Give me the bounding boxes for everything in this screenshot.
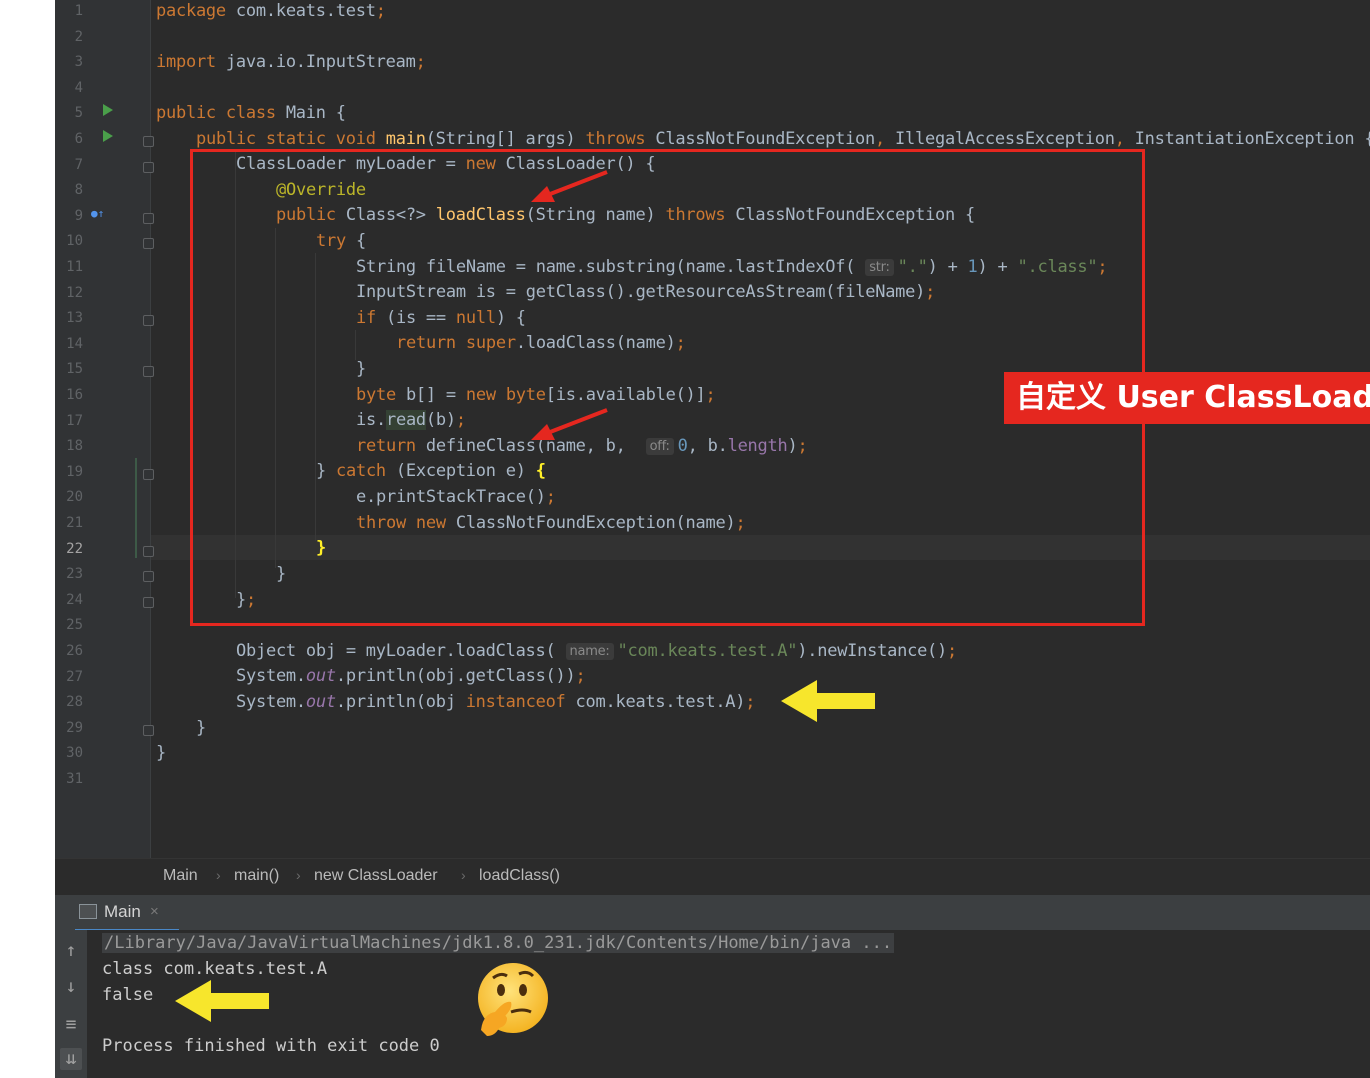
line-number: 4 xyxy=(74,79,83,96)
line-number: 1 xyxy=(74,3,83,19)
fold-icon[interactable] xyxy=(143,238,154,250)
line-number: 24 xyxy=(66,591,83,608)
line-number: 11 xyxy=(66,259,83,275)
code-line-3[interactable]: import java.io.InputStream; xyxy=(156,51,426,73)
breadcrumb-separator: › xyxy=(296,867,301,883)
line-number: 8 xyxy=(74,182,83,199)
line-number: 18 xyxy=(66,438,83,455)
yellow-arrow-icon xyxy=(175,980,269,1022)
breadcrumb: Main › main() › new ClassLoader › loadCl… xyxy=(55,858,1370,895)
line-number: 12 xyxy=(66,284,83,301)
console-output[interactable]: /Library/Java/JavaVirtualMachines/jdk1.8… xyxy=(87,930,1370,1078)
param-hint: name: xyxy=(565,643,614,660)
thinking-face-icon xyxy=(478,963,548,1036)
fold-icon[interactable] xyxy=(143,545,154,557)
line-number: 20 xyxy=(66,489,83,506)
fold-icon[interactable] xyxy=(143,468,154,480)
breadcrumb-separator: › xyxy=(216,867,221,883)
fold-icon[interactable] xyxy=(143,571,154,583)
run-gutter-icon[interactable] xyxy=(103,130,113,142)
breadcrumb-item-main-method[interactable]: main() xyxy=(234,867,279,885)
line-number: 21 xyxy=(66,515,83,531)
line-number: 3 xyxy=(74,54,83,71)
line-number: 28 xyxy=(66,694,83,711)
line-number: 31 xyxy=(66,771,83,787)
run-tab-label: Main xyxy=(104,902,141,921)
run-tab-main[interactable]: Main × xyxy=(75,895,179,932)
breadcrumb-separator: › xyxy=(461,867,466,883)
console-line: false xyxy=(102,985,154,1005)
close-icon[interactable]: × xyxy=(150,903,159,920)
red-arrow-icon xyxy=(531,170,608,202)
code-line-6[interactable]: public static void main(String[] args) t… xyxy=(196,128,1370,150)
fold-icon[interactable] xyxy=(143,596,154,608)
line-number: 27 xyxy=(66,668,83,685)
line-number: 15 xyxy=(66,361,83,378)
fold-icon[interactable] xyxy=(143,366,154,378)
code-line-1[interactable]: package com.keats.test; xyxy=(156,0,386,22)
fold-icon[interactable] xyxy=(143,136,154,147)
annotation-label: 自定义 User ClassLoader xyxy=(1004,372,1370,424)
fold-icon[interactable] xyxy=(143,724,154,736)
line-number: 6 xyxy=(74,131,83,147)
fold-icon[interactable] xyxy=(143,315,154,327)
override-gutter-icon[interactable]: ●↑ xyxy=(91,207,104,221)
line-number: 7 xyxy=(74,156,83,173)
line-number: 29 xyxy=(66,719,83,736)
change-marker xyxy=(135,458,137,558)
line-number: 30 xyxy=(66,745,83,762)
code-line-29[interactable]: } xyxy=(196,717,206,739)
code-line-5[interactable]: public class Main { xyxy=(156,102,346,124)
console-icon xyxy=(79,904,97,919)
line-number: 26 xyxy=(66,643,83,659)
line-number: 22 xyxy=(66,540,83,557)
line-number: 16 xyxy=(66,387,83,403)
line-number: 23 xyxy=(66,566,83,583)
console-java-command: /Library/Java/JavaVirtualMachines/jdk1.8… xyxy=(102,933,895,953)
line-number: 13 xyxy=(66,310,83,327)
breadcrumb-item-loadclass[interactable]: loadClass() xyxy=(479,867,560,885)
code-line-30[interactable]: } xyxy=(156,742,166,764)
breadcrumb-item-new-classloader[interactable]: new ClassLoader xyxy=(314,867,438,885)
run-gutter-icon[interactable] xyxy=(103,104,113,116)
console-finished-line: Process finished with exit code 0 xyxy=(102,1036,440,1056)
up-icon[interactable]: ↑ xyxy=(60,940,82,962)
soft-wrap-icon[interactable]: ≡ xyxy=(60,1014,82,1036)
line-number: 17 xyxy=(66,412,83,429)
breadcrumb-item-main[interactable]: Main xyxy=(163,867,198,885)
line-number: 2 xyxy=(74,28,83,45)
fold-icon[interactable] xyxy=(143,161,154,173)
line-number: 19 xyxy=(66,463,83,480)
line-number: 25 xyxy=(66,617,83,634)
yellow-arrow-icon xyxy=(781,680,875,722)
code-line-28[interactable]: System.out.println(obj instanceof com.ke… xyxy=(236,691,756,713)
line-number: 5 xyxy=(74,105,83,122)
code-line-27[interactable]: System.out.println(obj.getClass()); xyxy=(236,665,586,687)
line-number: 9 xyxy=(74,207,83,224)
red-arrow-icon xyxy=(531,408,608,440)
code-line-26[interactable]: Object obj = myLoader.loadClass( name: "c… xyxy=(236,640,957,662)
line-number: 14 xyxy=(66,335,83,352)
scroll-end-icon[interactable]: ⇊ xyxy=(60,1048,82,1070)
console-line: class com.keats.test.A xyxy=(102,959,328,979)
console-toolbar: ↑ ↓ ≡ ⇊ xyxy=(55,930,87,1078)
down-icon[interactable]: ↓ xyxy=(60,976,82,998)
fold-icon[interactable] xyxy=(143,212,154,224)
run-tool-window-tabbar: Main × xyxy=(55,894,1370,932)
ide-window: 1 2 3 4 5 6 7 8 9 10 11 12 13 14 15 16 17 18 19 20 21 22 23 24 2… xyxy=(55,0,1370,1078)
line-number: 10 xyxy=(66,233,83,250)
annotation-highlight-box xyxy=(190,149,1145,626)
